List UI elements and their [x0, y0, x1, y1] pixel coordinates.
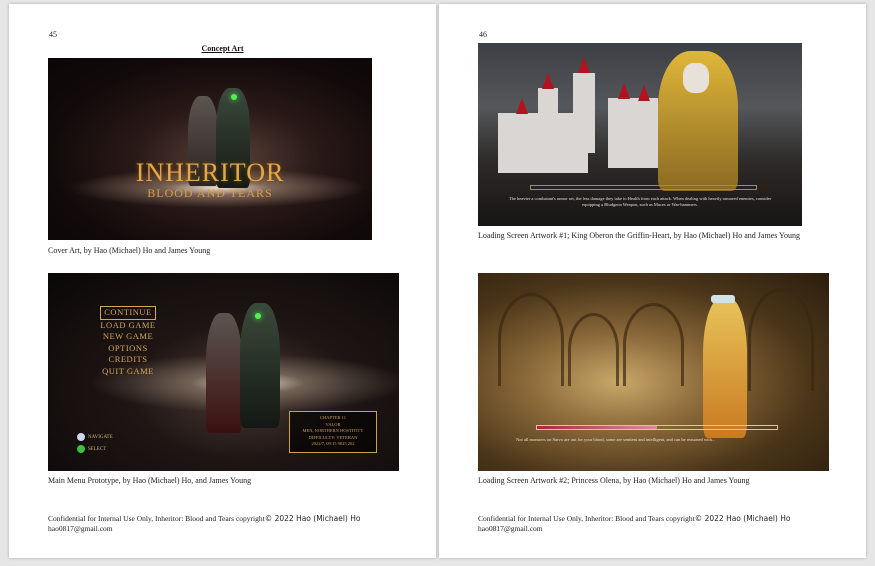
cover-art-image: INHERITOR BLOOD AND TEARS [48, 58, 372, 240]
loading-screen-oberon-image: The heavier a combatant's armor set, the… [478, 43, 802, 226]
page-footer: Confidential for Internal Use Only, Inhe… [48, 514, 360, 534]
page-number: 45 [49, 30, 57, 39]
crown-icon [711, 295, 735, 303]
navigate-hint: NAVIGATE [88, 435, 113, 440]
document-page-46: 46 The heavier a combatant's armor set, … [439, 4, 866, 558]
main-menu: CONTINUE LOAD GAME NEW GAME OPTIONS CRED… [100, 306, 156, 377]
menu-item-credits[interactable]: CREDITS [100, 354, 156, 366]
footer-confidential: Confidential for Internal Use Only, Inhe… [48, 514, 265, 523]
princess-olena-figure [703, 298, 747, 438]
footer-copyright: © 2022 Hao (Michael) Ho [694, 514, 791, 523]
loading-tip-text: The heavier a combatant's armor set, the… [508, 196, 772, 207]
game-title-logo: INHERITOR [135, 158, 285, 187]
knight-figure [206, 313, 242, 433]
footer-copyright: © 2022 Hao (Michael) Ho [264, 514, 361, 523]
save-info-panel: CHAPTER 11 VALOR MEN, NORTHERN HOSTITITY… [289, 411, 377, 453]
menu-item-new-game[interactable]: NEW GAME [100, 331, 156, 343]
save-region: MEN, NORTHERN HOSTITITY [302, 428, 364, 433]
save-date: 2022/7, 09:15 9825 202 [311, 441, 355, 446]
game-subtitle-logo: BLOOD AND TEARS [147, 186, 273, 200]
footer-email: hao0817@gmail.com [478, 524, 543, 533]
menu-item-continue[interactable]: CONTINUE [100, 306, 156, 320]
main-menu-caption: Main Menu Prototype, by Hao (Michael) Ho… [48, 476, 252, 485]
loading-progress-bar [536, 425, 778, 430]
menu-item-options[interactable]: OPTIONS [100, 343, 156, 355]
loading-progress-bar [530, 185, 757, 190]
cover-art-caption: Cover Art, by Hao (Michael) Ho and James… [48, 246, 211, 255]
page-number: 46 [479, 30, 487, 39]
loading-tip-text: Not all monsters on Sarvo are out for yo… [516, 437, 716, 442]
footer-confidential: Confidential for Internal Use Only, Inhe… [478, 514, 695, 523]
main-menu-prototype-image: CONTINUE LOAD GAME NEW GAME OPTIONS CRED… [48, 273, 399, 471]
menu-item-quit-game[interactable]: QUIT GAME [100, 366, 156, 378]
olena-caption: Loading Screen Artwork #2; Princess Olen… [478, 476, 750, 485]
select-hint: SELECT [88, 447, 107, 452]
menu-item-load-game[interactable]: LOAD GAME [100, 320, 156, 332]
dpad-icon [77, 433, 85, 441]
footer-email: hao0817@gmail.com [48, 524, 113, 533]
oberon-caption: Loading Screen Artwork #1; King Oberon t… [478, 231, 801, 240]
page-footer: Confidential for Internal Use Only, Inhe… [478, 514, 790, 534]
warrior-figure [240, 303, 280, 428]
loading-screen-olena-image: Not all monsters on Sarvo are out for yo… [478, 273, 829, 471]
a-button-icon [77, 445, 85, 453]
document-page-45: 45 Concept Art INHERITOR BLOOD AND TEARS… [9, 4, 436, 558]
section-heading: Concept Art [201, 44, 244, 53]
